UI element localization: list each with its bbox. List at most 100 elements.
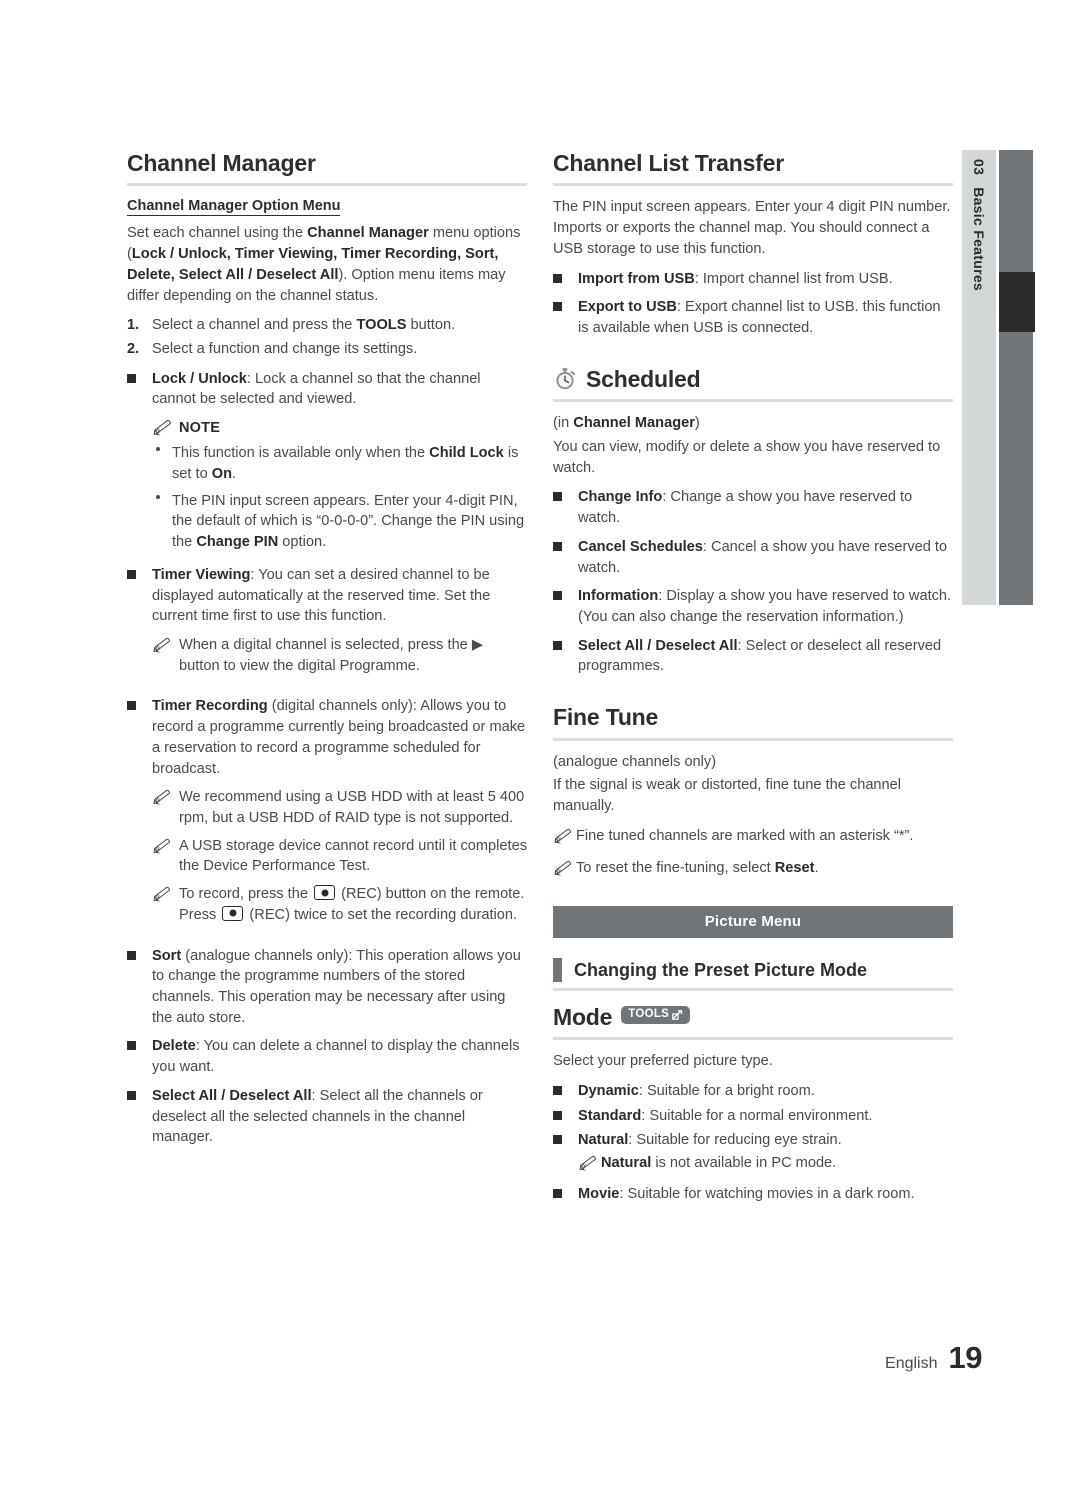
changing-preset-picture-mode-heading: Changing the Preset Picture Mode (553, 958, 953, 991)
intro-text-a: Set each channel using the (127, 225, 308, 242)
lock-unlock-term: Lock / Unlock (152, 370, 247, 387)
square-bullet-icon (553, 537, 578, 578)
channel-manager-option-menu-subheading: Channel Manager Option Menu (127, 198, 341, 217)
step-text: Select a function and change its setting… (152, 341, 418, 358)
on-keyword: On (211, 465, 233, 482)
scheduled-select-all-term: Select All / Deselect All (578, 637, 738, 654)
mode-title: Mode (553, 1003, 613, 1030)
natural-note: Natural is not available in PC mode. (578, 1153, 953, 1179)
timer-recording-rec-note: To record, press the (REC) button on the… (152, 884, 527, 925)
standard-item: Standard: Suitable for a normal environm… (553, 1106, 953, 1127)
square-bullet-icon (127, 1036, 152, 1077)
square-bullet-icon (553, 487, 578, 528)
square-bullet-icon (553, 1130, 578, 1151)
reset-keyword: Reset (774, 860, 815, 877)
fine-tune-title: Fine Tune (553, 704, 659, 731)
pencil-icon-glyph (578, 1155, 598, 1172)
square-bullet-icon (127, 369, 152, 410)
pencil-icon (152, 787, 179, 828)
pencil-icon-glyph (553, 860, 573, 877)
pencil-icon (152, 884, 179, 925)
import-from-usb-item: Import from USB: Import channel list fro… (553, 269, 953, 290)
export-to-usb-item: Export to USB: Export channel list to US… (553, 297, 953, 338)
heading-rule (553, 1037, 953, 1041)
square-bullet-icon (553, 1081, 578, 1102)
intro-bold-a: Channel Manager (307, 225, 429, 242)
fine-tune-note: Fine tuned channels are marked with an a… (553, 826, 953, 852)
natural-term: Natural (578, 1132, 629, 1149)
scheduled-select-all-item: Select All / Deselect All: Select or des… (553, 636, 953, 677)
export-to-usb-term: Export to USB (578, 299, 677, 316)
timer-viewing-note: When a digital channel is selected, pres… (152, 635, 527, 676)
movie-term: Movie (578, 1185, 620, 1202)
stopwatch-icon (553, 367, 577, 391)
enter-arrow-icon (671, 1008, 684, 1021)
pencil-icon (152, 419, 173, 437)
heading-rule (553, 183, 953, 187)
note-heading: NOTE (152, 419, 527, 437)
side-index-tab: 03 Basic Features (962, 150, 996, 605)
tools-keyword: TOOLS (356, 317, 407, 334)
scheduled-context: (in Channel Manager) (553, 415, 700, 432)
note-bullet-item: This function is available only when the… (152, 443, 527, 484)
standard-term: Standard (578, 1107, 642, 1124)
page-title: Channel Manager (127, 150, 316, 176)
change-info-term: Change Info (578, 489, 663, 506)
square-bullet-icon (127, 946, 152, 1029)
note-label: NOTE (179, 420, 221, 437)
channel-manager-intro-paragraph: Set each channel using the Channel Manag… (127, 223, 527, 306)
pencil-icon-glyph (152, 886, 172, 903)
delete-term: Delete (152, 1038, 196, 1055)
pencil-icon (553, 858, 576, 884)
import-from-usb-desc: : Import channel list from USB. (694, 270, 893, 287)
pencil-icon (152, 635, 179, 676)
natural-keyword: Natural (601, 1154, 652, 1171)
timer-recording-note: A USB storage device cannot record until… (152, 836, 527, 877)
tools-badge[interactable]: TOOLS (621, 1005, 691, 1024)
dynamic-item: Dynamic: Suitable for a bright room. (553, 1081, 953, 1102)
pencil-icon (152, 836, 179, 877)
lock-unlock-text: Lock / Unlock: Lock a channel so that th… (152, 369, 527, 410)
right-arrow-icon: ▶ (471, 636, 484, 653)
rec-button-icon (314, 885, 336, 901)
fine-tune-heading: Fine Tune (553, 704, 953, 741)
dot-bullet-icon (152, 443, 172, 484)
change-info-item: Change Info: Change a show you have rese… (553, 487, 953, 528)
left-column: Channel Manager Channel Manager Option M… (127, 150, 527, 1156)
square-bullet-icon (553, 586, 578, 627)
timer-viewing-term: Timer Viewing (152, 566, 251, 583)
cancel-schedules-term: Cancel Schedules (578, 538, 703, 555)
information-term: Information (578, 588, 659, 605)
mode-intro: Select your preferred picture type. (553, 1053, 773, 1070)
delete-desc: : You can delete a channel to display th… (152, 1038, 520, 1076)
side-index-bar (999, 150, 1033, 605)
sort-desc: (analogue channels only): This operation… (152, 947, 521, 1026)
note-list: This function is available only when the… (152, 443, 527, 553)
square-bullet-icon (553, 636, 578, 677)
heading-rule (127, 183, 527, 187)
channel-manager-keyword: Channel Manager (573, 415, 695, 432)
right-column: Channel List Transfer The PIN input scre… (553, 150, 953, 1212)
standard-desc: : Suitable for a normal environment. (641, 1107, 873, 1124)
dot-bullet-icon (152, 491, 172, 553)
movie-item: Movie: Suitable for watching movies in a… (553, 1184, 953, 1205)
pencil-icon-glyph (152, 637, 172, 654)
square-bullet-icon (127, 565, 152, 627)
dynamic-desc: : Suitable for a bright room. (638, 1082, 815, 1099)
side-index-active-marker (999, 272, 1035, 332)
footer-page-number: 19 (948, 1340, 983, 1375)
pencil-icon (578, 1153, 601, 1179)
square-bullet-icon (553, 297, 578, 338)
step-marker: 2. (127, 341, 140, 358)
pencil-icon-glyph (553, 828, 573, 845)
pencil-icon (553, 826, 576, 852)
channel-list-transfer-intro: The PIN input screen appears. Enter your… (553, 199, 951, 257)
timer-viewing-item: Timer Viewing: You can set a desired cha… (127, 565, 527, 627)
dynamic-term: Dynamic (578, 1082, 639, 1099)
information-item: Information: Display a show you have res… (553, 586, 953, 627)
natural-item: Natural: Suitable for reducing eye strai… (553, 1130, 953, 1151)
step-marker: 1. (127, 317, 140, 334)
step-item: 2. Select a function and change its sett… (127, 339, 527, 360)
heading-rule (553, 399, 953, 403)
square-bullet-icon (553, 269, 578, 290)
